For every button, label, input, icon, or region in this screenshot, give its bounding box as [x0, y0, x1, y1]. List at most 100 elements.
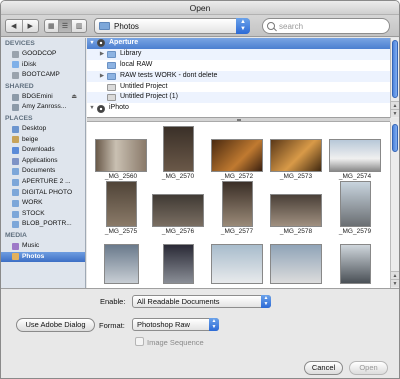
sidebar-item[interactable]: Applications	[1, 156, 85, 167]
tree-row[interactable]: ▼ Aperture	[87, 38, 390, 49]
thumbnail-item[interactable]: _MG_2576	[150, 183, 218, 235]
tree-row[interactable]: Untitled Project	[87, 82, 390, 93]
search-field[interactable]: search	[262, 18, 390, 34]
sidebar-item-label: WORK	[22, 199, 43, 207]
photo-thumbnail	[270, 139, 322, 172]
hard-disk-icon	[12, 71, 19, 79]
thumbnail-caption: _MG_2576	[161, 228, 195, 235]
eject-icon[interactable]: ⏏	[71, 92, 77, 103]
scroll-up-icon[interactable]: ▲	[391, 101, 399, 109]
thumbnail-item[interactable]: _MG_2574	[327, 128, 390, 180]
thumbnail-item[interactable]: _MG_2577	[209, 181, 277, 235]
search-icon	[267, 22, 275, 30]
sidebar-item[interactable]: GOODCOP	[1, 49, 85, 60]
thumbnail-item[interactable]: _MG_2579	[327, 181, 390, 235]
sidebar-item-label: Downloads	[22, 146, 55, 154]
folder-icon	[12, 210, 19, 218]
photo-thumbnail	[340, 244, 371, 284]
idisk-icon	[12, 61, 19, 69]
format-label: Format:	[99, 321, 125, 330]
sidebar-item-label: APERTURE 2 ...	[22, 177, 71, 185]
tree-row-label: Untitled Project	[120, 82, 168, 90]
thumbnail-item[interactable]: _MG_2570	[150, 126, 218, 180]
sidebar: DEVICES GOODCOP iDisk BOOTCAMP SHARED BDGEmin…	[1, 38, 86, 288]
thumbnail-caption: _MG_2570	[161, 173, 195, 180]
photo-thumbnail	[95, 139, 147, 172]
disclosure-triangle-icon[interactable]: ▶	[99, 49, 105, 60]
sidebar-item[interactable]: BDGEmini ⏏	[1, 92, 85, 103]
icon-view-icon[interactable]: ▦	[45, 20, 59, 32]
sidebar-item[interactable]: Amy Zanross...	[1, 102, 85, 113]
thumbnail-item[interactable]	[209, 240, 277, 288]
image-sequence-checkbox[interactable]	[135, 337, 144, 346]
sidebar-item[interactable]: beige	[1, 135, 85, 146]
sidebar-item-label: DIGITAL PHOTO	[22, 188, 73, 196]
view-mode-control: ▦ ☰ ▥	[44, 19, 87, 33]
tree-row[interactable]: ▶ RAW tests WORK - dont delete	[87, 70, 390, 82]
thumbnail-item[interactable]: _MG_2578	[268, 183, 336, 235]
thumbnail-item[interactable]	[150, 240, 218, 288]
disclosure-triangle-icon[interactable]: ▼	[89, 38, 95, 49]
use-adobe-dialog-button[interactable]: Use Adobe Dialog	[16, 318, 95, 332]
tree-row[interactable]: ▼ iPhoto	[87, 103, 390, 114]
sidebar-item[interactable]: STOCK	[1, 209, 85, 220]
iphoto-icon	[97, 104, 105, 113]
grid-scrollbar[interactable]: ▲ ▼	[390, 122, 399, 288]
photo-thumbnail	[106, 181, 137, 227]
scroll-down-icon[interactable]: ▼	[391, 279, 399, 287]
sidebar-item[interactable]: WORK	[1, 198, 85, 209]
folder-icon	[12, 178, 19, 186]
sidebar-item[interactable]: BOOTCAMP	[1, 70, 85, 81]
sidebar-item[interactable]: iDisk	[1, 60, 85, 71]
network-computer-icon	[12, 93, 19, 101]
sidebar-item[interactable]: APERTURE 2 ...	[1, 177, 85, 188]
list-view-icon[interactable]: ☰	[58, 20, 73, 32]
sidebar-item-label: GOODCOP	[22, 50, 57, 57]
grid-scroll-knob[interactable]	[392, 124, 398, 152]
thumbnail-item[interactable]: _MG_2572	[209, 128, 277, 180]
disclosure-triangle-icon[interactable]: ▶	[99, 71, 105, 82]
sidebar-item[interactable]: Downloads	[1, 145, 85, 156]
thumbnail-item[interactable]	[268, 240, 336, 288]
thumbnail-caption: _MG_2573	[279, 173, 313, 180]
tree-row[interactable]: ▶ Library	[87, 48, 390, 60]
photo-thumbnail	[329, 139, 381, 172]
folder-icon	[107, 61, 116, 69]
window-title: Open	[1, 1, 399, 15]
folder-icon	[12, 168, 19, 176]
folder-icon	[107, 50, 116, 58]
sidebar-item[interactable]: Music	[1, 241, 85, 252]
tree-scrollbar[interactable]: ▲ ▼	[390, 38, 399, 118]
photo-thumbnail	[270, 194, 322, 227]
popup-arrows-icon: ▲ ▼	[236, 18, 250, 34]
sidebar-item[interactable]: Documents	[1, 166, 85, 177]
sidebar-item[interactable]: Photos	[1, 251, 85, 263]
applications-icon	[12, 157, 19, 165]
sidebar-item[interactable]: Desktop	[1, 124, 85, 135]
thumbnail-caption: _MG_2560	[104, 173, 138, 180]
cancel-button[interactable]: Cancel	[304, 361, 343, 375]
photo-thumbnail	[270, 244, 322, 284]
photo-thumbnail	[211, 244, 263, 284]
scroll-down-icon[interactable]: ▼	[391, 109, 399, 117]
disclosure-triangle-icon[interactable]: ▼	[89, 103, 95, 114]
thumbnail-item[interactable]	[327, 240, 390, 288]
back-arrow-icon[interactable]: ◀	[6, 20, 23, 32]
forward-arrow-icon[interactable]: ▶	[23, 20, 39, 32]
project-icon	[107, 94, 116, 102]
scroll-up-icon[interactable]: ▲	[391, 271, 399, 279]
location-popup[interactable]: Photos ▲ ▼	[94, 18, 250, 34]
thumbnail-item[interactable]: _MG_2573	[268, 128, 336, 180]
column-view-icon[interactable]: ▥	[72, 20, 86, 32]
tree-row-label: iPhoto	[109, 104, 129, 112]
tree-row[interactable]: Untitled Project (1)	[87, 92, 390, 104]
sidebar-item[interactable]: DIGITAL PHOTO	[1, 188, 85, 199]
sidebar-item[interactable]: BLOB_PORTR...	[1, 219, 85, 230]
open-button[interactable]: Open	[349, 361, 388, 375]
format-popup[interactable]: Photoshop Raw ▲ ▼	[132, 318, 219, 331]
sidebar-item-label: beige	[22, 135, 39, 143]
tree-scroll-knob[interactable]	[392, 40, 398, 98]
sidebar-item-label: Desktop	[22, 124, 47, 132]
enable-popup[interactable]: All Readable Documents ▲ ▼	[132, 295, 271, 308]
tree-row[interactable]: local RAW	[87, 60, 390, 71]
